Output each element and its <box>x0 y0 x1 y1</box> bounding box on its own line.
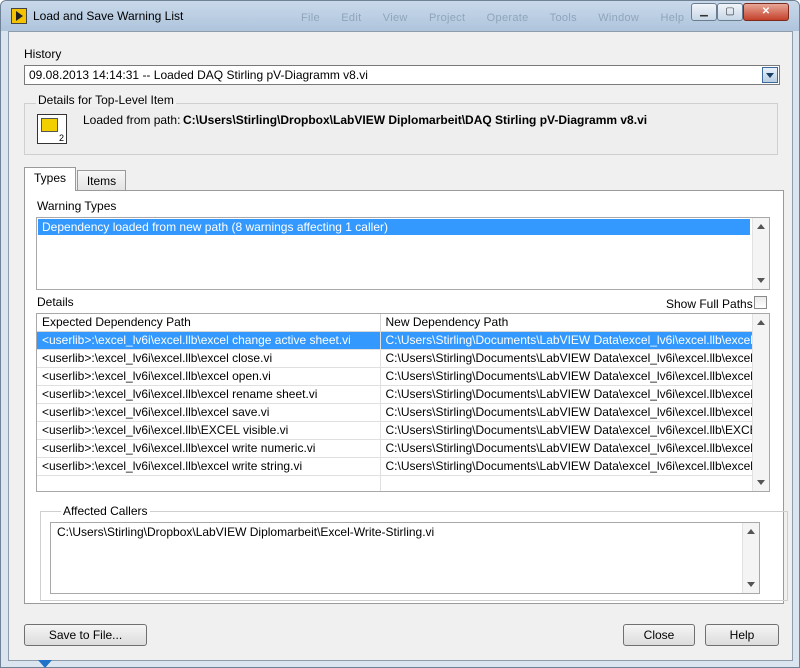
affected-callers-label: Affected Callers <box>61 504 150 518</box>
new-path-cell: C:\Users\Stirling\Documents\LabVIEW Data… <box>380 421 754 440</box>
collapse-triangle-icon[interactable] <box>38 660 52 668</box>
scroll-down-icon[interactable] <box>747 582 755 587</box>
affected-callers-list[interactable]: C:\Users\Stirling\Dropbox\LabVIEW Diplom… <box>50 522 760 594</box>
scroll-down-icon[interactable] <box>757 480 765 485</box>
table-row[interactable]: <userlib>:\excel_lv6i\excel.llb\excel wr… <box>37 439 754 458</box>
vi-file-icon: 2 <box>37 114 67 144</box>
new-path-cell: C:\Users\Stirling\Documents\LabVIEW Data… <box>380 403 754 422</box>
minimize-button[interactable]: ▁ <box>691 3 717 21</box>
table-row[interactable]: <userlib>:\excel_lv6i\excel.llb\EXCEL vi… <box>37 421 754 440</box>
title-bar[interactable]: Load and Save Warning List File Edit Vie… <box>1 1 799 31</box>
dialog-client-area: History 09.08.2013 14:14:31 -- Loaded DA… <box>8 31 793 668</box>
column-header-expected[interactable]: Expected Dependency Path <box>37 314 381 332</box>
callers-scrollbar[interactable] <box>742 523 759 593</box>
save-to-file-button[interactable]: Save to File... <box>24 624 147 646</box>
dialog-window: Load and Save Warning List File Edit Vie… <box>0 0 800 668</box>
empty-cell <box>37 475 381 491</box>
expected-path-cell: <userlib>:\excel_lv6i\excel.llb\excel sa… <box>37 403 381 422</box>
warning-types-label: Warning Types <box>37 199 117 213</box>
expected-path-cell: <userlib>:\excel_lv6i\excel.llb\excel op… <box>37 367 381 386</box>
warning-type-item[interactable]: Dependency loaded from new path (8 warni… <box>38 219 750 235</box>
details-scrollbar[interactable] <box>752 314 769 491</box>
details-header-row: Expected Dependency Path New Dependency … <box>37 314 754 332</box>
show-full-paths-label: Show Full Paths <box>666 297 753 311</box>
vi-icon-graphic <box>41 118 58 132</box>
expected-path-cell: <userlib>:\excel_lv6i\excel.llb\excel wr… <box>37 439 381 458</box>
expected-path-cell: <userlib>:\excel_lv6i\excel.llb\excel ch… <box>37 331 381 350</box>
affected-callers-group: C:\Users\Stirling\Dropbox\LabVIEW Diplom… <box>40 511 788 601</box>
tab-items[interactable]: Items <box>77 170 126 192</box>
table-row[interactable]: <userlib>:\excel_lv6i\excel.llb\excel cl… <box>37 349 754 368</box>
table-row[interactable]: <userlib>:\excel_lv6i\excel.llb\excel sa… <box>37 403 754 422</box>
expected-path-cell: <userlib>:\excel_lv6i\excel.llb\EXCEL vi… <box>37 421 381 440</box>
labview-app-icon <box>11 8 27 24</box>
types-tab-panel: Warning Types Dependency loaded from new… <box>24 190 788 668</box>
tab-types[interactable]: Types <box>24 167 76 191</box>
details-top-label: Details for Top-Level Item <box>36 93 176 107</box>
maximize-button[interactable]: ▢ <box>717 3 743 21</box>
new-path-cell: C:\Users\Stirling\Documents\LabVIEW Data… <box>380 439 754 458</box>
warning-types-list[interactable]: Dependency loaded from new path (8 warni… <box>36 217 770 290</box>
table-row[interactable]: <userlib>:\excel_lv6i\excel.llb\excel wr… <box>37 457 754 476</box>
expected-path-cell: <userlib>:\excel_lv6i\excel.llb\excel cl… <box>37 349 381 368</box>
scroll-up-icon[interactable] <box>757 224 765 229</box>
new-path-cell: C:\Users\Stirling\Documents\LabVIEW Data… <box>380 457 754 476</box>
vi-icon-number: 2 <box>58 133 64 143</box>
table-row[interactable]: <userlib>:\excel_lv6i\excel.llb\excel re… <box>37 385 754 404</box>
new-path-cell: C:\Users\Stirling\Documents\LabVIEW Data… <box>380 349 754 368</box>
expected-path-cell: <userlib>:\excel_lv6i\excel.llb\excel wr… <box>37 457 381 476</box>
history-dropdown[interactable]: 09.08.2013 14:14:31 -- Loaded DAQ Stirli… <box>24 65 780 85</box>
caller-item[interactable]: C:\Users\Stirling\Dropbox\LabVIEW Diplom… <box>57 525 434 539</box>
history-label: History <box>24 47 62 61</box>
empty-cell <box>380 475 754 491</box>
loaded-from-path: C:\Users\Stirling\Dropbox\LabVIEW Diplom… <box>183 113 648 127</box>
table-row-empty <box>37 475 754 491</box>
help-button[interactable]: Help <box>705 624 779 646</box>
new-path-cell: C:\Users\Stirling\Documents\LabVIEW Data… <box>380 385 754 404</box>
chevron-down-icon[interactable] <box>762 67 778 83</box>
background-menu-ghost: File Edit View Project Operate Tools Win… <box>301 12 685 24</box>
scroll-up-icon[interactable] <box>747 529 755 534</box>
new-path-cell: C:\Users\Stirling\Documents\LabVIEW Data… <box>380 367 754 386</box>
show-full-paths-checkbox[interactable] <box>754 296 767 309</box>
details-grid: Expected Dependency Path New Dependency … <box>37 314 754 491</box>
warning-types-scrollbar[interactable] <box>752 218 769 289</box>
top-level-details-panel: 2 Loaded from path: C:\Users\Stirling\Dr… <box>24 103 778 155</box>
close-window-button[interactable]: ✕ <box>743 3 789 21</box>
details-label: Details <box>37 295 74 309</box>
scroll-down-icon[interactable] <box>757 278 765 283</box>
window-title: Load and Save Warning List <box>33 9 184 23</box>
details-table[interactable]: Expected Dependency Path New Dependency … <box>36 313 770 492</box>
history-selected-value: 09.08.2013 14:14:31 -- Loaded DAQ Stirli… <box>29 68 368 82</box>
new-path-cell: C:\Users\Stirling\Documents\LabVIEW Data… <box>380 331 754 350</box>
column-header-new[interactable]: New Dependency Path <box>380 314 754 332</box>
scroll-up-icon[interactable] <box>757 320 765 325</box>
table-row[interactable]: <userlib>:\excel_lv6i\excel.llb\excel ch… <box>37 331 754 350</box>
expected-path-cell: <userlib>:\excel_lv6i\excel.llb\excel re… <box>37 385 381 404</box>
close-button[interactable]: Close <box>623 624 695 646</box>
table-row[interactable]: <userlib>:\excel_lv6i\excel.llb\excel op… <box>37 367 754 386</box>
loaded-from-label: Loaded from path: <box>83 113 181 127</box>
